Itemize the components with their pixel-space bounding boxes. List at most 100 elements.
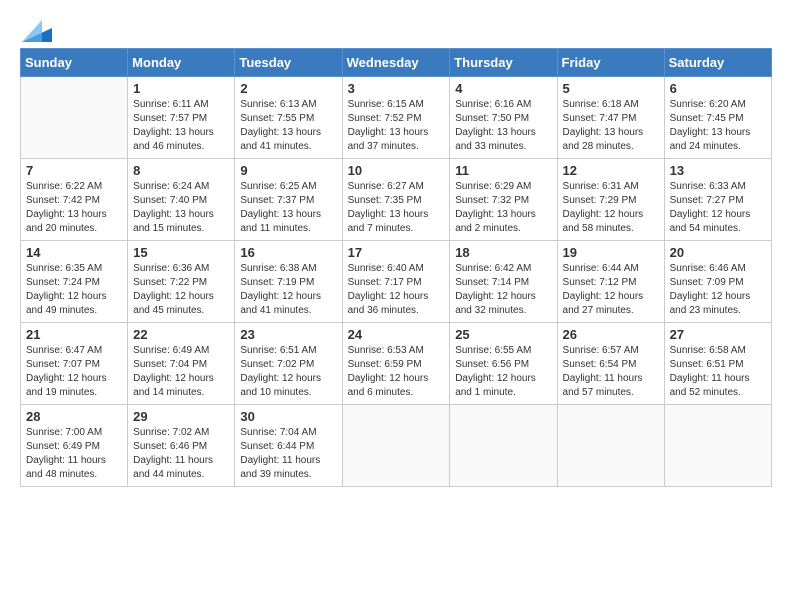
calendar-week-row: 28 Sunrise: 7:00 AMSunset: 6:49 PMDayligh…	[21, 405, 772, 487]
calendar-header-row: SundayMondayTuesdayWednesdayThursdayFrid…	[21, 49, 772, 77]
day-number: 26	[563, 327, 659, 342]
day-of-week-header: Saturday	[664, 49, 771, 77]
calendar-day-cell: 20 Sunrise: 6:46 AMSunset: 7:09 PMDayligh…	[664, 241, 771, 323]
day-info: Sunrise: 6:42 AMSunset: 7:14 PMDaylight:…	[455, 262, 551, 318]
day-info: Sunrise: 6:51 AMSunset: 7:02 PMDaylight:…	[240, 344, 336, 400]
calendar-day-cell: 24Sunrise: 6:53 AMSunset: 6:59 PMDayligh…	[342, 323, 450, 405]
calendar-day-cell: 11 Sunrise: 6:29 AMSunset: 7:32 PMDayligh…	[450, 159, 557, 241]
calendar-day-cell: 5 Sunrise: 6:18 AMSunset: 7:47 PMDaylight…	[557, 77, 664, 159]
day-number: 6	[670, 81, 766, 96]
calendar-week-row: 21 Sunrise: 6:47 AMSunset: 7:07 PMDayligh…	[21, 323, 772, 405]
calendar-day-cell: 14 Sunrise: 6:35 AMSunset: 7:24 PMDayligh…	[21, 241, 128, 323]
day-info: Sunrise: 6:46 AMSunset: 7:09 PMDaylight:…	[670, 262, 766, 318]
day-number: 23	[240, 327, 336, 342]
day-number: 28	[26, 409, 122, 424]
logo	[20, 20, 52, 38]
day-number: 16	[240, 245, 336, 260]
calendar-week-row: 14 Sunrise: 6:35 AMSunset: 7:24 PMDayligh…	[21, 241, 772, 323]
day-number: 17	[348, 245, 445, 260]
day-number: 10	[348, 163, 445, 178]
day-info: Sunrise: 6:11 AMSunset: 7:57 PMDaylight:…	[133, 98, 229, 154]
calendar-day-cell: 15Sunrise: 6:36 AMSunset: 7:22 PMDayligh…	[128, 241, 235, 323]
day-info: Sunrise: 6:22 AMSunset: 7:42 PMDaylight:…	[26, 180, 122, 236]
day-info: Sunrise: 6:29 AMSunset: 7:32 PMDaylight:…	[455, 180, 551, 236]
calendar-day-cell: 2Sunrise: 6:13 AMSunset: 7:55 PMDaylight…	[235, 77, 342, 159]
day-number: 11	[455, 163, 551, 178]
day-number: 21	[26, 327, 122, 342]
day-number: 24	[348, 327, 445, 342]
day-number: 2	[240, 81, 336, 96]
day-info: Sunrise: 6:20 AMSunset: 7:45 PMDaylight:…	[670, 98, 766, 154]
day-info: Sunrise: 6:40 AMSunset: 7:17 PMDaylight:…	[348, 262, 445, 318]
calendar-day-cell	[557, 405, 664, 487]
calendar-day-cell: 19Sunrise: 6:44 AMSunset: 7:12 PMDayligh…	[557, 241, 664, 323]
day-number: 27	[670, 327, 766, 342]
day-of-week-header: Friday	[557, 49, 664, 77]
day-of-week-header: Monday	[128, 49, 235, 77]
calendar-day-cell: 28 Sunrise: 7:00 AMSunset: 6:49 PMDayligh…	[21, 405, 128, 487]
calendar-day-cell: 22 Sunrise: 6:49 AMSunset: 7:04 PMDayligh…	[128, 323, 235, 405]
day-info: Sunrise: 6:47 AMSunset: 7:07 PMDaylight:…	[26, 344, 122, 400]
day-info: Sunrise: 7:02 AMSunset: 6:46 PMDaylight:…	[133, 426, 229, 482]
day-info: Sunrise: 6:35 AMSunset: 7:24 PMDaylight:…	[26, 262, 122, 318]
calendar-day-cell: 4 Sunrise: 6:16 AMSunset: 7:50 PMDaylight…	[450, 77, 557, 159]
calendar-day-cell: 13 Sunrise: 6:33 AMSunset: 7:27 PMDayligh…	[664, 159, 771, 241]
calendar-day-cell: 8 Sunrise: 6:24 AMSunset: 7:40 PMDaylight…	[128, 159, 235, 241]
day-number: 1	[133, 81, 229, 96]
calendar-day-cell: 3Sunrise: 6:15 AMSunset: 7:52 PMDaylight…	[342, 77, 450, 159]
page-header	[20, 20, 772, 38]
calendar-day-cell: 7 Sunrise: 6:22 AMSunset: 7:42 PMDaylight…	[21, 159, 128, 241]
day-of-week-header: Wednesday	[342, 49, 450, 77]
day-number: 13	[670, 163, 766, 178]
day-info: Sunrise: 6:55 AMSunset: 6:56 PMDaylight:…	[455, 344, 551, 400]
day-info: Sunrise: 6:38 AMSunset: 7:19 PMDaylight:…	[240, 262, 336, 318]
day-number: 8	[133, 163, 229, 178]
day-info: Sunrise: 6:18 AMSunset: 7:47 PMDaylight:…	[563, 98, 659, 154]
calendar-week-row: 7 Sunrise: 6:22 AMSunset: 7:42 PMDaylight…	[21, 159, 772, 241]
calendar-day-cell: 26 Sunrise: 6:57 AMSunset: 6:54 PMDayligh…	[557, 323, 664, 405]
day-info: Sunrise: 6:57 AMSunset: 6:54 PMDaylight:…	[563, 344, 659, 400]
day-number: 9	[240, 163, 336, 178]
calendar-day-cell: 1 Sunrise: 6:11 AMSunset: 7:57 PMDaylight…	[128, 77, 235, 159]
day-of-week-header: Tuesday	[235, 49, 342, 77]
day-number: 7	[26, 163, 122, 178]
day-info: Sunrise: 6:36 AMSunset: 7:22 PMDaylight:…	[133, 262, 229, 318]
day-number: 29	[133, 409, 229, 424]
day-number: 18	[455, 245, 551, 260]
day-info: Sunrise: 6:33 AMSunset: 7:27 PMDaylight:…	[670, 180, 766, 236]
day-number: 3	[348, 81, 445, 96]
day-number: 22	[133, 327, 229, 342]
day-number: 4	[455, 81, 551, 96]
calendar-day-cell: 6 Sunrise: 6:20 AMSunset: 7:45 PMDaylight…	[664, 77, 771, 159]
calendar-week-row: 1 Sunrise: 6:11 AMSunset: 7:57 PMDaylight…	[21, 77, 772, 159]
day-number: 5	[563, 81, 659, 96]
day-info: Sunrise: 6:31 AMSunset: 7:29 PMDaylight:…	[563, 180, 659, 236]
calendar-day-cell	[21, 77, 128, 159]
day-info: Sunrise: 6:44 AMSunset: 7:12 PMDaylight:…	[563, 262, 659, 318]
day-info: Sunrise: 6:58 AMSunset: 6:51 PMDaylight:…	[670, 344, 766, 400]
calendar-day-cell: 25 Sunrise: 6:55 AMSunset: 6:56 PMDayligh…	[450, 323, 557, 405]
calendar-day-cell	[342, 405, 450, 487]
day-of-week-header: Thursday	[450, 49, 557, 77]
day-number: 25	[455, 327, 551, 342]
day-info: Sunrise: 7:00 AMSunset: 6:49 PMDaylight:…	[26, 426, 122, 482]
day-info: Sunrise: 6:16 AMSunset: 7:50 PMDaylight:…	[455, 98, 551, 154]
calendar-day-cell: 23 Sunrise: 6:51 AMSunset: 7:02 PMDayligh…	[235, 323, 342, 405]
day-number: 12	[563, 163, 659, 178]
day-info: Sunrise: 6:24 AMSunset: 7:40 PMDaylight:…	[133, 180, 229, 236]
calendar-day-cell: 16 Sunrise: 6:38 AMSunset: 7:19 PMDayligh…	[235, 241, 342, 323]
calendar-day-cell	[664, 405, 771, 487]
calendar-day-cell: 18 Sunrise: 6:42 AMSunset: 7:14 PMDayligh…	[450, 241, 557, 323]
day-number: 20	[670, 245, 766, 260]
logo-icon	[22, 20, 52, 42]
calendar-day-cell: 9 Sunrise: 6:25 AMSunset: 7:37 PMDaylight…	[235, 159, 342, 241]
day-info: Sunrise: 6:25 AMSunset: 7:37 PMDaylight:…	[240, 180, 336, 236]
calendar-day-cell: 27 Sunrise: 6:58 AMSunset: 6:51 PMDayligh…	[664, 323, 771, 405]
calendar-day-cell	[450, 405, 557, 487]
calendar-table: SundayMondayTuesdayWednesdayThursdayFrid…	[20, 48, 772, 487]
day-number: 14	[26, 245, 122, 260]
calendar-day-cell: 21 Sunrise: 6:47 AMSunset: 7:07 PMDayligh…	[21, 323, 128, 405]
calendar-day-cell: 29 Sunrise: 7:02 AMSunset: 6:46 PMDayligh…	[128, 405, 235, 487]
day-info: Sunrise: 6:49 AMSunset: 7:04 PMDaylight:…	[133, 344, 229, 400]
day-number: 30	[240, 409, 336, 424]
